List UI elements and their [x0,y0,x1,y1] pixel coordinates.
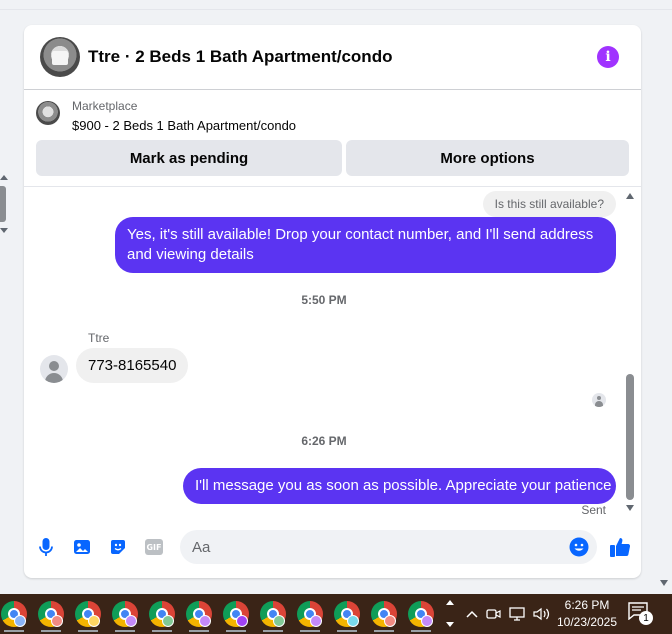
listing-avatar[interactable] [40,37,80,77]
chrome-profile-icon[interactable] [37,600,65,632]
chrome-profile-icon[interactable] [333,600,361,632]
chrome-profile-icon[interactable] [0,600,28,632]
chrome-profile-icon[interactable] [407,600,435,632]
chrome-profile-icon[interactable] [148,600,176,632]
photo-icon[interactable] [72,537,92,557]
emoji-icon[interactable] [569,537,589,557]
message-scrollbar[interactable] [625,190,635,515]
page-scroll-down-arrow[interactable] [660,580,668,586]
scroll-down-arrow[interactable] [626,505,634,511]
chevron-down-icon[interactable] [446,622,454,627]
chrome-profile-icon[interactable] [370,600,398,632]
volume-icon[interactable] [532,604,552,624]
message-status: Sent [581,503,606,517]
sender-name: Ttre [88,331,110,345]
read-receipt-avatar [592,393,606,407]
notification-count: 1 [639,611,653,625]
thumbs-up-icon[interactable] [608,535,632,559]
clock-time: 6:26 PM [564,598,610,612]
meet-now-icon[interactable] [484,604,504,624]
timestamp-separator: 5:50 PM [301,293,347,307]
chrome-profile-icon[interactable] [185,600,213,632]
chevron-up-icon[interactable] [446,600,454,605]
more-options-button[interactable]: More options [346,140,629,176]
chrome-profile-icon[interactable] [296,600,324,632]
sender-avatar[interactable] [40,355,68,383]
listing-source: Marketplace [72,99,138,113]
marketplace-listing[interactable]: Marketplace $900 - 2 Beds 1 Bath Apartme… [24,91,641,141]
incoming-message-bubble: 773-8165540 [76,348,189,383]
taskbar-scroll[interactable] [444,594,456,634]
chat-window: Ttre · 2 Beds 1 Bath Apartment/condo i M… [24,25,641,578]
notification-icon[interactable]: 1 [628,602,653,626]
scroll-up-arrow[interactable] [626,193,634,199]
chrome-profile-icon[interactable] [111,600,139,632]
header-divider [24,186,641,187]
chrome-profile-icon[interactable] [259,600,287,632]
conversation-title[interactable]: Ttre · 2 Beds 1 Bath Apartment/condo [88,47,392,67]
windows-taskbar: 6:26 PM 10/23/2025 1 [0,594,672,634]
side-scroll-up-arrow[interactable] [0,175,8,180]
browser-top-strip [0,0,672,10]
timestamp-separator: 6:26 PM [301,434,347,448]
show-hidden-icons-chevron-icon[interactable] [462,604,482,624]
gif-icon[interactable]: GIF [144,537,164,557]
chat-header: Ttre · 2 Beds 1 Bath Apartment/condo i [24,25,641,90]
listing-item[interactable]: $900 - 2 Beds 1 Bath Apartment/condo [72,118,296,133]
scrollbar-thumb[interactable] [626,374,634,500]
chrome-profile-icon[interactable] [74,600,102,632]
clock-date: 10/23/2025 [556,615,618,629]
outgoing-message-bubble: I'll message you as soon as possible. Ap… [183,468,616,504]
outgoing-message-bubble: Yes, it's still available! Drop your con… [115,217,616,273]
side-scroll-down-arrow[interactable] [0,228,8,233]
chrome-profile-icon[interactable] [222,600,250,632]
sticker-icon[interactable] [108,537,128,557]
network-icon[interactable] [508,604,528,624]
message-composer: GIF [24,525,641,571]
mark-as-pending-button[interactable]: Mark as pending [36,140,342,176]
incoming-message-bubble: Is this still available? [482,191,616,217]
message-input-wrapper [180,530,597,564]
listing-thumbnail [36,101,60,125]
message-input[interactable] [192,530,562,564]
info-icon[interactable]: i [597,46,619,68]
system-clock[interactable]: 6:26 PM 10/23/2025 [556,597,618,631]
side-scroll-handle[interactable] [0,186,6,222]
microphone-icon[interactable] [36,537,56,557]
